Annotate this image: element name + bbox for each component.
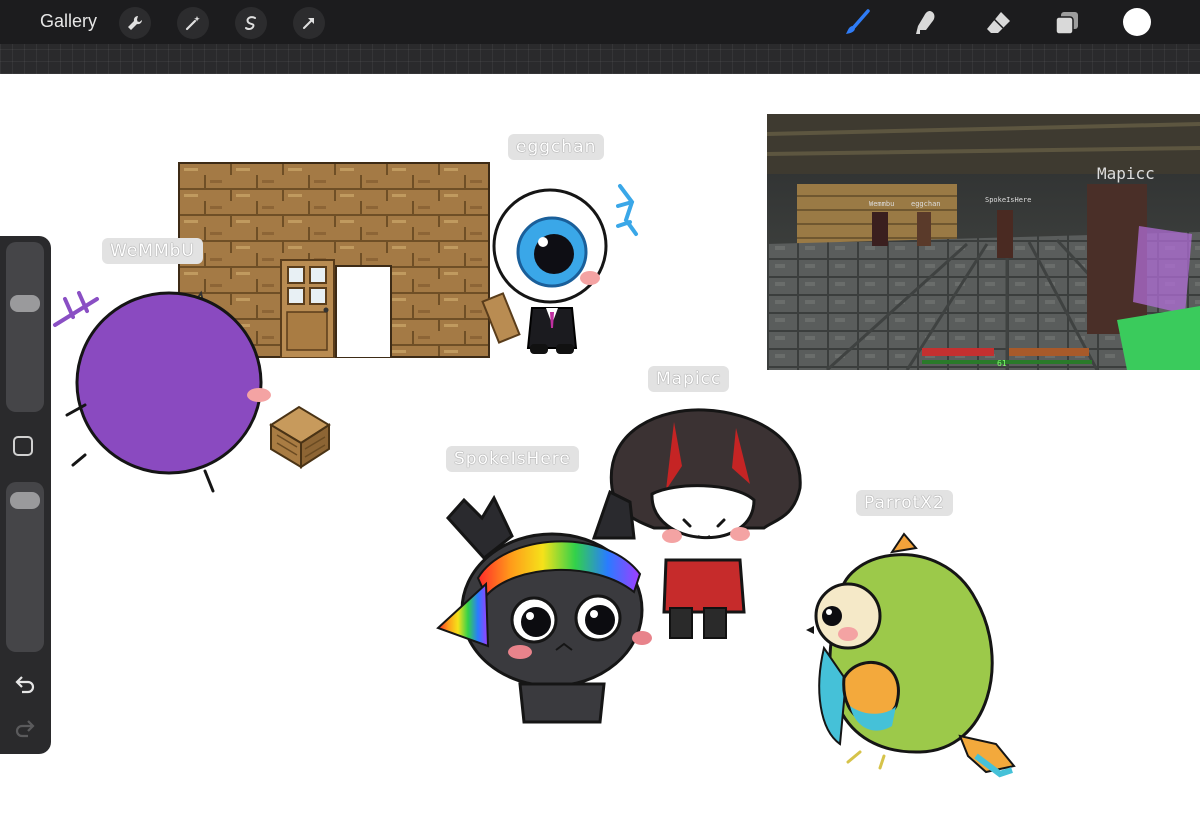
mc-nametag-spoke: SpokeIsHere bbox=[985, 196, 1032, 204]
modify-button[interactable] bbox=[13, 436, 33, 456]
eggchan-drawing bbox=[480, 178, 655, 358]
mc-nametag-wemmbu: Wemmbu bbox=[869, 200, 895, 208]
wrench-icon[interactable] bbox=[119, 7, 151, 39]
tag-parrotx2: ParrotX2 bbox=[856, 490, 953, 516]
held-door-item bbox=[481, 292, 521, 344]
tag-wemmbu: WeMMbU bbox=[102, 238, 203, 264]
color-icon[interactable] bbox=[1120, 5, 1154, 39]
transform-arrow-icon[interactable] bbox=[293, 7, 325, 39]
parrotx2-drawing bbox=[800, 530, 1020, 786]
opacity-thumb[interactable] bbox=[10, 491, 40, 509]
mc-xp-level: 61 bbox=[997, 359, 1007, 368]
brush-icon[interactable] bbox=[840, 6, 874, 40]
undo-icon[interactable] bbox=[13, 674, 37, 698]
layers-icon[interactable] bbox=[1050, 6, 1084, 40]
eraser-icon[interactable] bbox=[981, 6, 1015, 40]
tag-spokeishere: SpokeIsHere bbox=[446, 446, 579, 472]
mc-nametag-eggchan: eggchan bbox=[911, 200, 941, 208]
mc-nametag-mapicc: Mapicc bbox=[1097, 164, 1155, 183]
magic-wand-icon[interactable] bbox=[177, 7, 209, 39]
redo-icon[interactable] bbox=[13, 718, 37, 742]
toolbar-shadow-strip bbox=[0, 44, 1200, 74]
top-toolbar: Gallery bbox=[0, 0, 1200, 44]
brush-size-slider[interactable] bbox=[6, 242, 44, 412]
gallery-button[interactable]: Gallery bbox=[40, 11, 97, 32]
tag-eggchan: eggchan bbox=[508, 134, 605, 160]
brush-size-thumb[interactable] bbox=[10, 295, 40, 313]
opacity-slider[interactable] bbox=[6, 482, 44, 652]
oak-plank-block bbox=[269, 405, 331, 469]
minecraft-reference-screenshot: Mapicc Wemmbu eggchan SpokeIsHere 61 bbox=[767, 114, 1200, 370]
smudge-icon[interactable] bbox=[908, 6, 942, 40]
wemmbu-drawing bbox=[45, 285, 335, 500]
spokeishere-drawing bbox=[434, 478, 670, 730]
selection-icon[interactable] bbox=[235, 7, 267, 39]
tag-mapicc: Mapicc bbox=[648, 366, 730, 392]
left-sidebar bbox=[0, 236, 51, 754]
